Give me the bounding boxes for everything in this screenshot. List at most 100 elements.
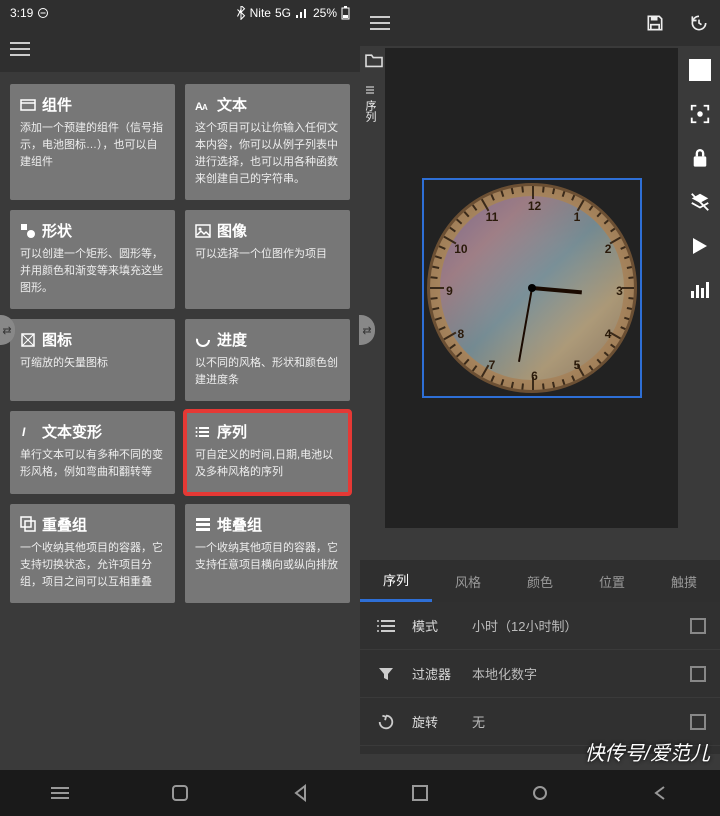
clock-numeral: 12 — [528, 199, 541, 213]
card-sequence[interactable]: 序列 可自定义的时间,日期,电池以及多种风格的序列 — [185, 411, 350, 493]
menu-icon[interactable] — [370, 16, 390, 30]
checkbox[interactable] — [690, 714, 706, 730]
clock-center — [528, 284, 536, 292]
clock-numeral: 7 — [489, 358, 496, 372]
menu-icon[interactable] — [10, 42, 30, 56]
watermark: 快传号/爱范儿 — [584, 737, 710, 766]
setting-filter[interactable]: 过滤器 本地化数字 — [360, 650, 720, 698]
side-sequence-tab[interactable]: 序列 — [360, 82, 380, 124]
nav-home-icon[interactable] — [529, 782, 551, 804]
tab-sequence[interactable]: 序列 — [360, 560, 432, 602]
card-title-text: 重叠组 — [42, 514, 87, 535]
svg-text:A: A — [202, 103, 208, 112]
font-icon: AA — [195, 97, 211, 113]
setting-label: 过滤器 — [412, 664, 472, 683]
list-icon — [195, 424, 211, 440]
selection-box[interactable]: 121234567891011 — [422, 178, 642, 398]
lock-icon[interactable] — [688, 146, 712, 170]
dnd-icon — [37, 7, 49, 19]
clock-numeral: 6 — [531, 369, 538, 383]
save-icon[interactable] — [644, 12, 666, 34]
titlebar-right — [360, 0, 720, 46]
nav-recent-icon[interactable] — [409, 782, 431, 804]
box-icon — [20, 97, 36, 113]
history-icon[interactable] — [688, 12, 710, 34]
side-tab-handle[interactable]: ⇄ — [359, 315, 375, 345]
card-title-text: 堆叠组 — [217, 514, 262, 535]
setting-mode[interactable]: 模式 小时（12小时制） — [360, 602, 720, 650]
setting-label: 旋转 — [412, 712, 472, 731]
clock-numeral: 8 — [458, 327, 465, 341]
textmorph-icon: I — [20, 424, 36, 440]
card-textmorph[interactable]: I 文本变形 单行文本可以有多种不同的变形风格，例如弯曲和翻转等 — [10, 411, 175, 493]
component-grid: 组件 添加一个预建的组件（信号指示，电池图标…），也可以自建组件 AA文本 这个… — [0, 72, 360, 615]
rotate-icon — [374, 713, 398, 731]
card-stack[interactable]: 堆叠组 一个收纳其他项目的容器，它支持任意项目横向或纵向排放 — [185, 504, 350, 603]
folder-icon[interactable] — [364, 52, 384, 68]
image-icon — [195, 223, 211, 239]
clock-numeral: 2 — [605, 242, 612, 256]
bluetooth-icon — [236, 6, 246, 20]
card-component[interactable]: 组件 添加一个预建的组件（信号指示，电池图标…），也可以自建组件 — [10, 84, 175, 200]
android-navbar-left — [0, 770, 360, 816]
right-toolbar — [680, 50, 720, 302]
nav-menu-icon[interactable] — [49, 782, 71, 804]
status-battery: 25% — [313, 6, 337, 20]
left-screenshot: 3:19 Nite 5G 25% ⇄ 组件 — [0, 0, 360, 816]
property-tabs: 序列 风格 颜色 位置 触摸 — [360, 560, 720, 602]
focus-icon[interactable] — [688, 102, 712, 126]
card-overlap[interactable]: 重叠组 一个收纳其他项目的容器，它支持切换状态，允许项目分组，项目之间可以互相重… — [10, 504, 175, 603]
card-title-text: 图像 — [217, 220, 247, 241]
card-text[interactable]: AA文本 这个项目可以让你输入任何文本内容，你可以从例子列表中进行选择，也可以用… — [185, 84, 350, 200]
nav-back-icon[interactable] — [289, 782, 311, 804]
card-progress[interactable]: 进度 以不同的风格、形状和颜色创建进度条 — [185, 319, 350, 401]
checkbox[interactable] — [690, 618, 706, 634]
progress-icon — [195, 332, 211, 348]
status-signal: 5G — [275, 6, 291, 20]
tab-position[interactable]: 位置 — [576, 560, 648, 602]
card-title-text: 组件 — [42, 94, 72, 115]
shapes-icon — [20, 223, 36, 239]
card-desc-text: 一个收纳其他项目的容器，它支持切换状态，允许项目分组，项目之间可以互相重叠 — [20, 540, 165, 591]
tab-touch[interactable]: 触摸 — [648, 560, 720, 602]
card-icon[interactable]: 图标 可缩放的矢量图标 — [10, 319, 175, 401]
clock-numeral: 9 — [446, 284, 453, 298]
tab-color[interactable]: 颜色 — [504, 560, 576, 602]
right-screenshot: 序列 ⇄ 121234567891011 — [360, 0, 720, 816]
analog-clock[interactable]: 121234567891011 — [427, 183, 637, 393]
card-title-text: 文本变形 — [42, 421, 102, 442]
nav-home-icon[interactable] — [169, 782, 191, 804]
color-swatch-icon[interactable] — [688, 58, 712, 82]
card-desc-text: 添加一个预建的组件（信号指示，电池图标…），也可以自建组件 — [20, 120, 165, 171]
setting-label: 模式 — [412, 616, 472, 635]
overlap-icon — [20, 516, 36, 532]
setting-value: 本地化数字 — [472, 664, 690, 683]
canvas[interactable]: 121234567891011 — [385, 48, 678, 528]
tab-style[interactable]: 风格 — [432, 560, 504, 602]
card-title-text: 形状 — [42, 220, 72, 241]
battery-icon — [341, 6, 350, 20]
android-navbar-right — [360, 770, 720, 816]
layers-off-icon[interactable] — [688, 190, 712, 214]
play-icon[interactable] — [688, 234, 712, 258]
card-desc-text: 可自定义的时间,日期,电池以及多种风格的序列 — [195, 447, 340, 481]
clock-numeral: 3 — [616, 284, 623, 298]
clock-numeral: 10 — [454, 242, 467, 256]
nav-back-icon[interactable] — [649, 782, 671, 804]
card-desc-text: 可缩放的矢量图标 — [20, 355, 165, 372]
checkbox[interactable] — [690, 666, 706, 682]
status-time: 3:19 — [10, 6, 33, 20]
card-image[interactable]: 图像 可以选择一个位图作为项目 — [185, 210, 350, 309]
svg-text:I: I — [22, 425, 26, 439]
card-desc-text: 单行文本可以有多种不同的变形风格，例如弯曲和翻转等 — [20, 447, 165, 481]
card-title-text: 图标 — [42, 329, 72, 350]
card-shape[interactable]: 形状 可以创建一个矩形、圆形等，并用颜色和渐变等来填充这些图形。 — [10, 210, 175, 309]
signal-bars-icon — [295, 7, 309, 19]
vector-icon — [20, 332, 36, 348]
equalizer-icon[interactable] — [688, 278, 712, 302]
setting-value: 小时（12小时制） — [472, 616, 690, 635]
card-desc-text: 可以选择一个位图作为项目 — [195, 246, 340, 263]
card-title-text: 进度 — [217, 329, 247, 350]
clock-numeral: 5 — [574, 358, 581, 372]
clock-numeral: 1 — [574, 210, 581, 224]
